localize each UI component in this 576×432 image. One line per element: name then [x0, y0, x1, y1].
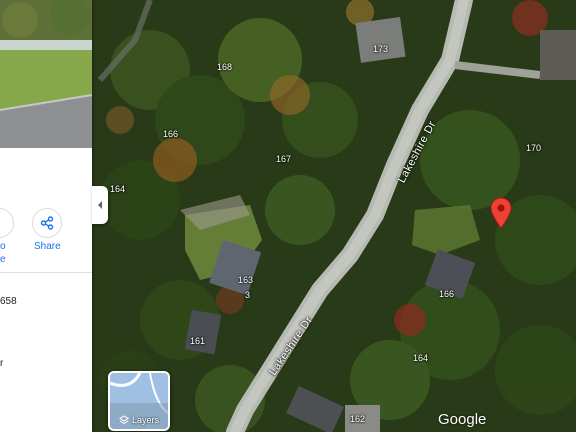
house-number-173: 173 — [373, 44, 389, 54]
share-icon — [40, 216, 54, 230]
collapse-panel-button[interactable] — [92, 186, 108, 224]
layers-button[interactable]: Layers — [108, 371, 170, 431]
partial-info-text-2: r — [0, 358, 4, 369]
partial-info-text-1: 658 — [0, 296, 17, 307]
location-pin-icon[interactable] — [489, 197, 513, 229]
house-number-3: 3 — [245, 290, 251, 300]
house-number-164-south: 164 — [413, 353, 429, 363]
house-number-164: 164 — [110, 184, 126, 194]
google-logo: Google — [438, 411, 487, 428]
partial-action-button[interactable] — [0, 208, 14, 238]
house-number-166-east: 166 — [439, 289, 455, 299]
house-number-167: 167 — [276, 154, 292, 164]
house-number-170: 170 — [526, 143, 542, 153]
panel-divider — [0, 272, 92, 273]
partial-action-label-line2: e — [0, 254, 6, 265]
chevron-left-icon — [98, 201, 102, 209]
house-number-163: 163 — [238, 275, 254, 285]
place-side-panel: o e Share 658 r — [0, 0, 92, 432]
house-number-168: 168 — [217, 62, 233, 72]
house-number-162: 162 — [350, 414, 366, 424]
layers-label-row: Layers — [110, 415, 168, 425]
share-button[interactable] — [32, 208, 62, 238]
share-label: Share — [34, 241, 61, 252]
house-number-166: 166 — [163, 129, 179, 139]
layers-icon — [119, 415, 129, 425]
layers-label: Layers — [131, 415, 159, 425]
house-number-161: 161 — [190, 336, 206, 346]
street-view-photo[interactable] — [0, 0, 92, 148]
partial-action-label-line1: o — [0, 241, 6, 252]
